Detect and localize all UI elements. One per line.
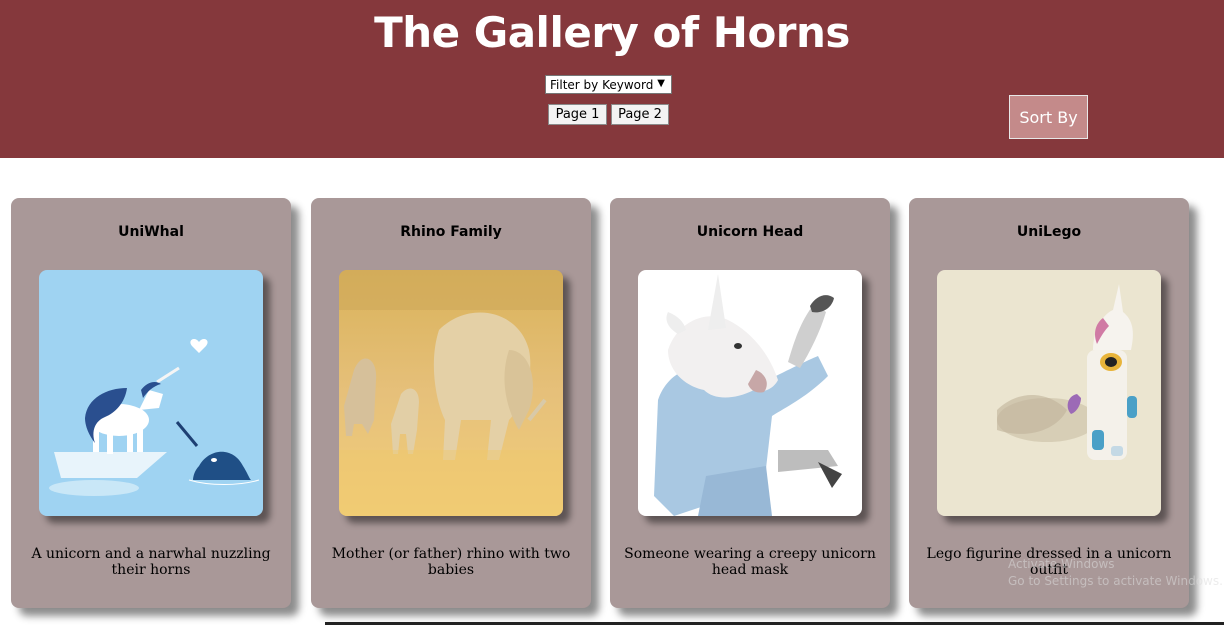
watermark-line-2: Go to Settings to activate Windows. bbox=[1008, 574, 1223, 588]
card-description: Someone wearing a creepy unicorn head ma… bbox=[624, 546, 876, 578]
card-title: UniLego bbox=[1016, 224, 1082, 240]
card-title: UniWhal bbox=[118, 224, 184, 240]
activate-windows-watermark: Activate Windows Go to Settings to activ… bbox=[1008, 556, 1224, 590]
card-title: Unicorn Head bbox=[696, 224, 804, 240]
unicorn-narwhal-image bbox=[39, 270, 263, 516]
gallery-card: Unicorn Head Someone wearing a creepy un… bbox=[610, 198, 890, 608]
gallery-card: UniLego Lego figurine dressed in a unico… bbox=[909, 198, 1189, 608]
unicorn-mask-image bbox=[638, 270, 862, 516]
sort-by-button[interactable]: Sort By bbox=[1009, 95, 1088, 139]
card-title: Rhino Family bbox=[400, 224, 502, 240]
rhino-family-image bbox=[339, 270, 563, 516]
gallery-card: Rhino Family Mother (or father) rhino wi… bbox=[311, 198, 591, 608]
watermark-line-1: Activate Windows bbox=[1008, 557, 1115, 571]
keyword-filter-select[interactable]: Filter by Keyword ▼ bbox=[545, 75, 672, 94]
gallery-card: UniWhal A unicorn and a narwhal nuzzling… bbox=[11, 198, 291, 608]
dropdown-arrow-icon: ▼ bbox=[657, 78, 665, 89]
page-2-button[interactable]: Page 2 bbox=[611, 104, 669, 125]
card-description: A unicorn and a narwhal nuzzling their h… bbox=[31, 546, 271, 578]
page-title: The Gallery of Horns bbox=[374, 8, 850, 57]
card-description: Mother (or father) rhino with two babies bbox=[331, 546, 571, 578]
page-header: The Gallery of Horns Filter by Keyword ▼… bbox=[0, 0, 1224, 158]
filter-select-value: Filter by Keyword bbox=[550, 77, 654, 92]
lego-unicorn-image bbox=[937, 270, 1161, 516]
page-1-button[interactable]: Page 1 bbox=[548, 104, 607, 125]
